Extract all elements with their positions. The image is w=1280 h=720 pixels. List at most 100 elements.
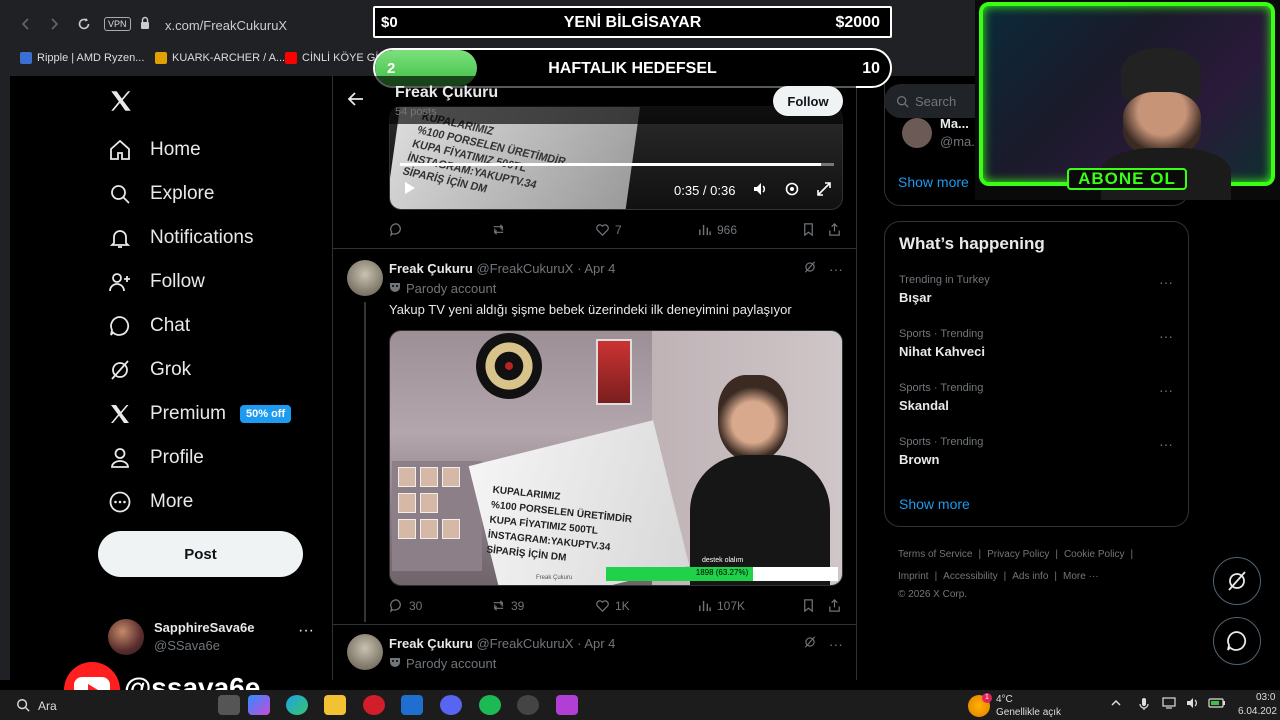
trend-item[interactable]: Trending in Turkey Bışar ···	[899, 274, 1179, 318]
share-button[interactable]	[827, 222, 842, 237]
subscribe-label: ABONE OL	[1067, 168, 1187, 190]
tweet-handle[interactable]: @FreakCukuruX	[476, 261, 573, 276]
more-horizontal-icon[interactable]: ···	[1159, 436, 1173, 452]
discord-icon[interactable]	[440, 695, 462, 715]
follow-button[interactable]: Follow	[773, 86, 843, 116]
sidebar-item-follow[interactable]: Follow	[108, 262, 205, 302]
profile-post-count: 54 posts	[395, 106, 437, 118]
settings-gear-icon[interactable]	[784, 181, 800, 200]
photo-person-head	[718, 375, 788, 461]
x-logo-icon[interactable]	[108, 88, 134, 114]
tweet-author[interactable]: Freak Çukuru	[389, 261, 473, 276]
sidebar-item-chat[interactable]: Chat	[108, 306, 190, 346]
sidebar-item-profile[interactable]: Profile	[108, 438, 204, 478]
volume-icon[interactable]	[752, 181, 768, 200]
footer-more-link[interactable]: More ···	[1063, 571, 1099, 582]
copilot-icon[interactable]	[248, 695, 270, 715]
address-bar[interactable]: x.com/FreakCukuruX	[165, 18, 287, 33]
repost-button[interactable]	[491, 222, 511, 237]
bookmark-item[interactable]: KUARK-ARCHER / A...	[155, 52, 285, 64]
more-horizontal-icon[interactable]: ···	[298, 622, 314, 640]
file-explorer-icon[interactable]	[324, 695, 346, 715]
sidebar-item-explore[interactable]: Explore	[108, 174, 214, 214]
weather-widget[interactable]: 1 4°C Genellikle açık	[968, 693, 1098, 719]
share-button[interactable]	[827, 598, 842, 613]
trend-item[interactable]: Sports · Trending Brown ···	[899, 436, 1179, 480]
account-switcher[interactable]: SapphireSava6e @SSava6e ···	[108, 614, 318, 658]
back-arrow-icon[interactable]	[12, 10, 40, 38]
battery-icon[interactable]	[1208, 697, 1226, 712]
volume-icon[interactable]	[1186, 697, 1200, 712]
footer-privacy-link[interactable]: Privacy Policy	[987, 549, 1049, 560]
opera-icon[interactable]	[363, 695, 385, 715]
footer-imprint-link[interactable]: Imprint	[898, 571, 929, 582]
trend-item[interactable]: Sports · Trending Nihat Kahveci ···	[899, 328, 1179, 372]
chat-bubble-icon	[1227, 631, 1247, 651]
bookmark-button[interactable]	[801, 222, 816, 237]
sidebar-item-premium[interactable]: Premium 50% off	[108, 394, 292, 434]
grok-fab-button[interactable]	[1213, 557, 1261, 605]
bookmark-item[interactable]: Ripple | AMD Ryzen...	[20, 52, 144, 64]
trend-item[interactable]: Sports · Trending Skandal ···	[899, 382, 1179, 426]
repost-button[interactable]: 39	[491, 598, 524, 613]
taskbar-search-label[interactable]: Ara	[38, 699, 57, 713]
tweet-date[interactable]: Apr 4	[584, 261, 615, 276]
more-horizontal-icon[interactable]: ···	[1159, 328, 1173, 344]
suggested-user-name[interactable]: Ma...	[940, 116, 969, 131]
avatar[interactable]	[902, 118, 932, 148]
bookmark-item[interactable]: CİNLİ KÖYE GİR	[285, 52, 386, 64]
more-horizontal-icon[interactable]: ···	[829, 636, 843, 652]
app-icon[interactable]	[556, 695, 578, 715]
more-horizontal-icon[interactable]: ···	[1159, 274, 1173, 290]
views-button[interactable]: 107K	[697, 598, 745, 613]
lock-icon[interactable]	[140, 16, 150, 30]
network-icon[interactable]	[1162, 697, 1176, 712]
show-more-link[interactable]: Show more	[898, 174, 969, 190]
grok-icon[interactable]	[803, 636, 817, 652]
reload-icon[interactable]	[70, 10, 98, 38]
reply-button[interactable]	[389, 222, 409, 237]
clock-time[interactable]: 03:0	[1256, 692, 1275, 703]
bookmark-button[interactable]	[801, 598, 816, 613]
sidebar-item-notifications[interactable]: Notifications	[108, 218, 254, 258]
tweet-handle[interactable]: @FreakCukuruX	[476, 636, 573, 651]
reply-button[interactable]: 30	[389, 598, 422, 613]
sidebar-item-grok[interactable]: Grok	[108, 350, 191, 390]
tweet-photo[interactable]: KUPALARIMIZ %100 PORSELEN ÜRETİMDİR KUPA…	[389, 330, 843, 586]
forward-arrow-icon[interactable]	[40, 10, 68, 38]
avatar[interactable]	[347, 260, 383, 296]
chat-fab-button[interactable]	[1213, 617, 1261, 665]
clock-date[interactable]: 6.04.202	[1238, 706, 1277, 717]
footer-ads-link[interactable]: Ads info	[1012, 571, 1048, 582]
tweet-author[interactable]: Freak Çukuru	[389, 636, 473, 651]
sidebar-item-home[interactable]: Home	[108, 130, 201, 170]
like-button[interactable]: 7	[595, 222, 622, 237]
search-icon[interactable]	[16, 698, 30, 712]
chevron-up-icon[interactable]	[1110, 697, 1122, 712]
avatar[interactable]	[347, 634, 383, 670]
grok-icon[interactable]	[803, 261, 817, 277]
outlook-icon[interactable]	[401, 695, 423, 715]
fullscreen-icon[interactable]	[816, 181, 832, 200]
footer-accessibility-link[interactable]: Accessibility	[943, 571, 997, 582]
post-button[interactable]: Post	[98, 531, 303, 577]
video-progress-fill	[400, 163, 821, 166]
views-button[interactable]: 966	[697, 222, 737, 237]
more-horizontal-icon[interactable]: ···	[1159, 382, 1173, 398]
obs-icon[interactable]	[517, 695, 539, 715]
spotify-icon[interactable]	[479, 695, 501, 715]
show-more-link[interactable]: Show more	[899, 496, 970, 512]
like-button[interactable]: 1K	[595, 598, 630, 613]
tweet-date[interactable]: Apr 4	[584, 636, 615, 651]
more-horizontal-icon[interactable]: ···	[829, 261, 843, 277]
task-view-icon[interactable]	[218, 695, 240, 715]
edge-icon[interactable]	[286, 695, 308, 715]
play-icon[interactable]	[402, 181, 416, 198]
sidebar-item-more[interactable]: More	[108, 482, 193, 522]
back-arrow-icon[interactable]	[347, 90, 365, 113]
microphone-icon[interactable]	[1138, 697, 1150, 714]
footer-terms-link[interactable]: Terms of Service	[898, 549, 972, 560]
video-progress-bar[interactable]	[400, 163, 834, 166]
vpn-badge[interactable]: VPN	[104, 17, 131, 31]
footer-cookie-link[interactable]: Cookie Policy	[1064, 549, 1125, 560]
